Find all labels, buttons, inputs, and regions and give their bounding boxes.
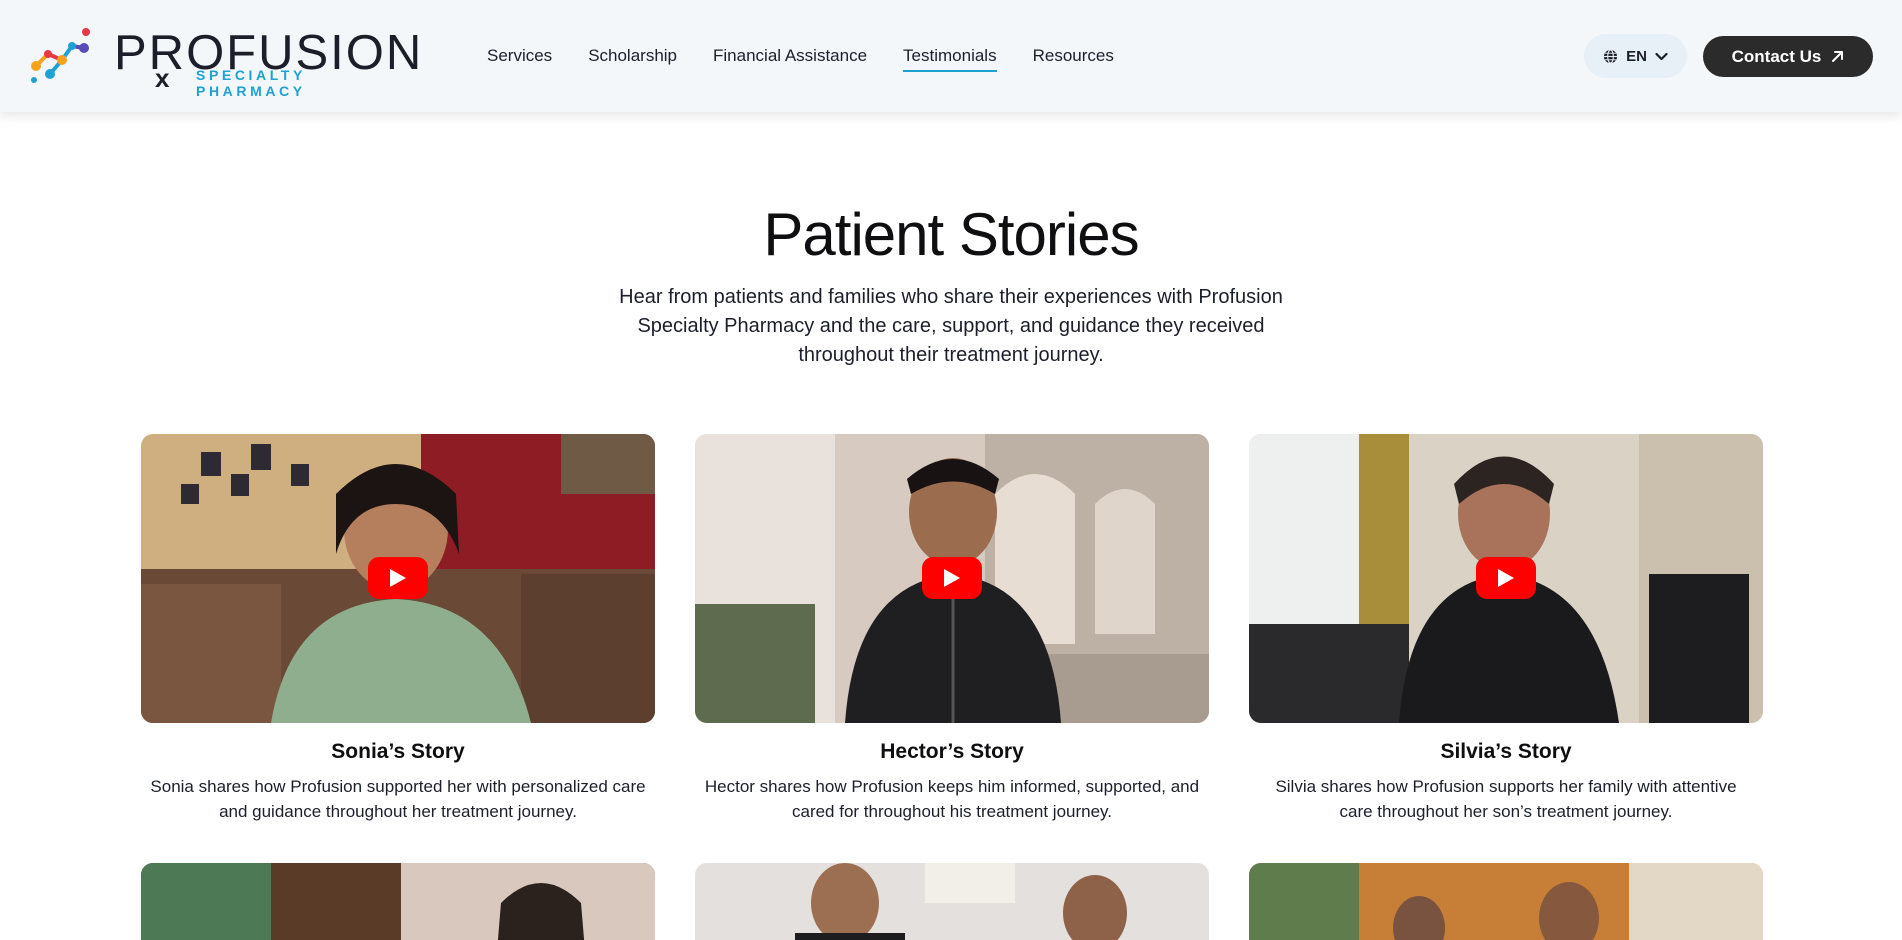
chevron-down-icon xyxy=(1655,52,1668,60)
nav-financial-assistance[interactable]: Financial Assistance xyxy=(713,40,867,72)
video-still-image xyxy=(1249,863,1763,940)
main-nav: Services Scholarship Financial Assistanc… xyxy=(487,0,1150,112)
story-card: Sonia’s Story Sonia shares how Profusion… xyxy=(141,434,655,824)
youtube-play-button[interactable] xyxy=(1476,557,1536,599)
page-title: Patient Stories xyxy=(763,201,1139,268)
nav-scholarship[interactable]: Scholarship xyxy=(588,40,677,72)
brand-tagline: SPECIALTY PHARMACY xyxy=(196,67,306,99)
language-label: EN xyxy=(1626,47,1647,65)
story-video-thumbnail[interactable] xyxy=(141,863,655,940)
language-selector[interactable]: EN xyxy=(1584,34,1687,78)
video-still-image xyxy=(695,863,1209,940)
nav-resources[interactable]: Resources xyxy=(1033,40,1114,72)
play-icon xyxy=(1498,569,1514,587)
contact-us-label: Contact Us xyxy=(1731,46,1822,66)
story-card: Silvia’s Story Silvia shares how Profusi… xyxy=(1249,434,1763,824)
story-video-thumbnail[interactable] xyxy=(695,863,1209,940)
story-video-thumbnail[interactable] xyxy=(141,434,655,723)
story-video-thumbnail[interactable] xyxy=(1249,434,1763,723)
play-icon xyxy=(390,569,406,587)
page-subtitle: Hear from patients and families who shar… xyxy=(619,286,1283,366)
globe-icon xyxy=(1604,48,1618,64)
story-video-thumbnail[interactable] xyxy=(695,434,1209,723)
brand-rx-mark: x xyxy=(155,63,170,93)
play-icon xyxy=(944,569,960,587)
youtube-play-button[interactable] xyxy=(368,557,428,599)
nav-testimonials[interactable]: Testimonials xyxy=(903,40,997,72)
logo-molecule-icon xyxy=(31,28,90,83)
story-title: Silvia’s Story xyxy=(1440,740,1572,763)
story-description: Sonia shares how Profusion supported her… xyxy=(150,777,646,821)
nav-services[interactable]: Services xyxy=(487,40,552,72)
site-header: PROFUSION x SPECIALTY PHARMACY Services … xyxy=(0,0,1902,112)
contact-us-button[interactable]: Contact Us xyxy=(1703,36,1873,77)
youtube-play-button[interactable] xyxy=(922,557,982,599)
story-description: Hector shares how Profusion keeps him in… xyxy=(704,777,1200,821)
arrow-up-right-icon xyxy=(1832,51,1844,62)
story-title: Hector’s Story xyxy=(880,740,1024,763)
brand-logo[interactable]: PROFUSION x SPECIALTY PHARMACY xyxy=(28,26,421,99)
story-video-thumbnail[interactable] xyxy=(1249,863,1763,940)
story-card: Hector’s Story Hector shares how Profusi… xyxy=(695,434,1209,824)
story-title: Sonia’s Story xyxy=(331,740,465,763)
story-description: Silvia shares how Profusion supports her… xyxy=(1275,777,1737,821)
video-still-image xyxy=(141,863,655,940)
